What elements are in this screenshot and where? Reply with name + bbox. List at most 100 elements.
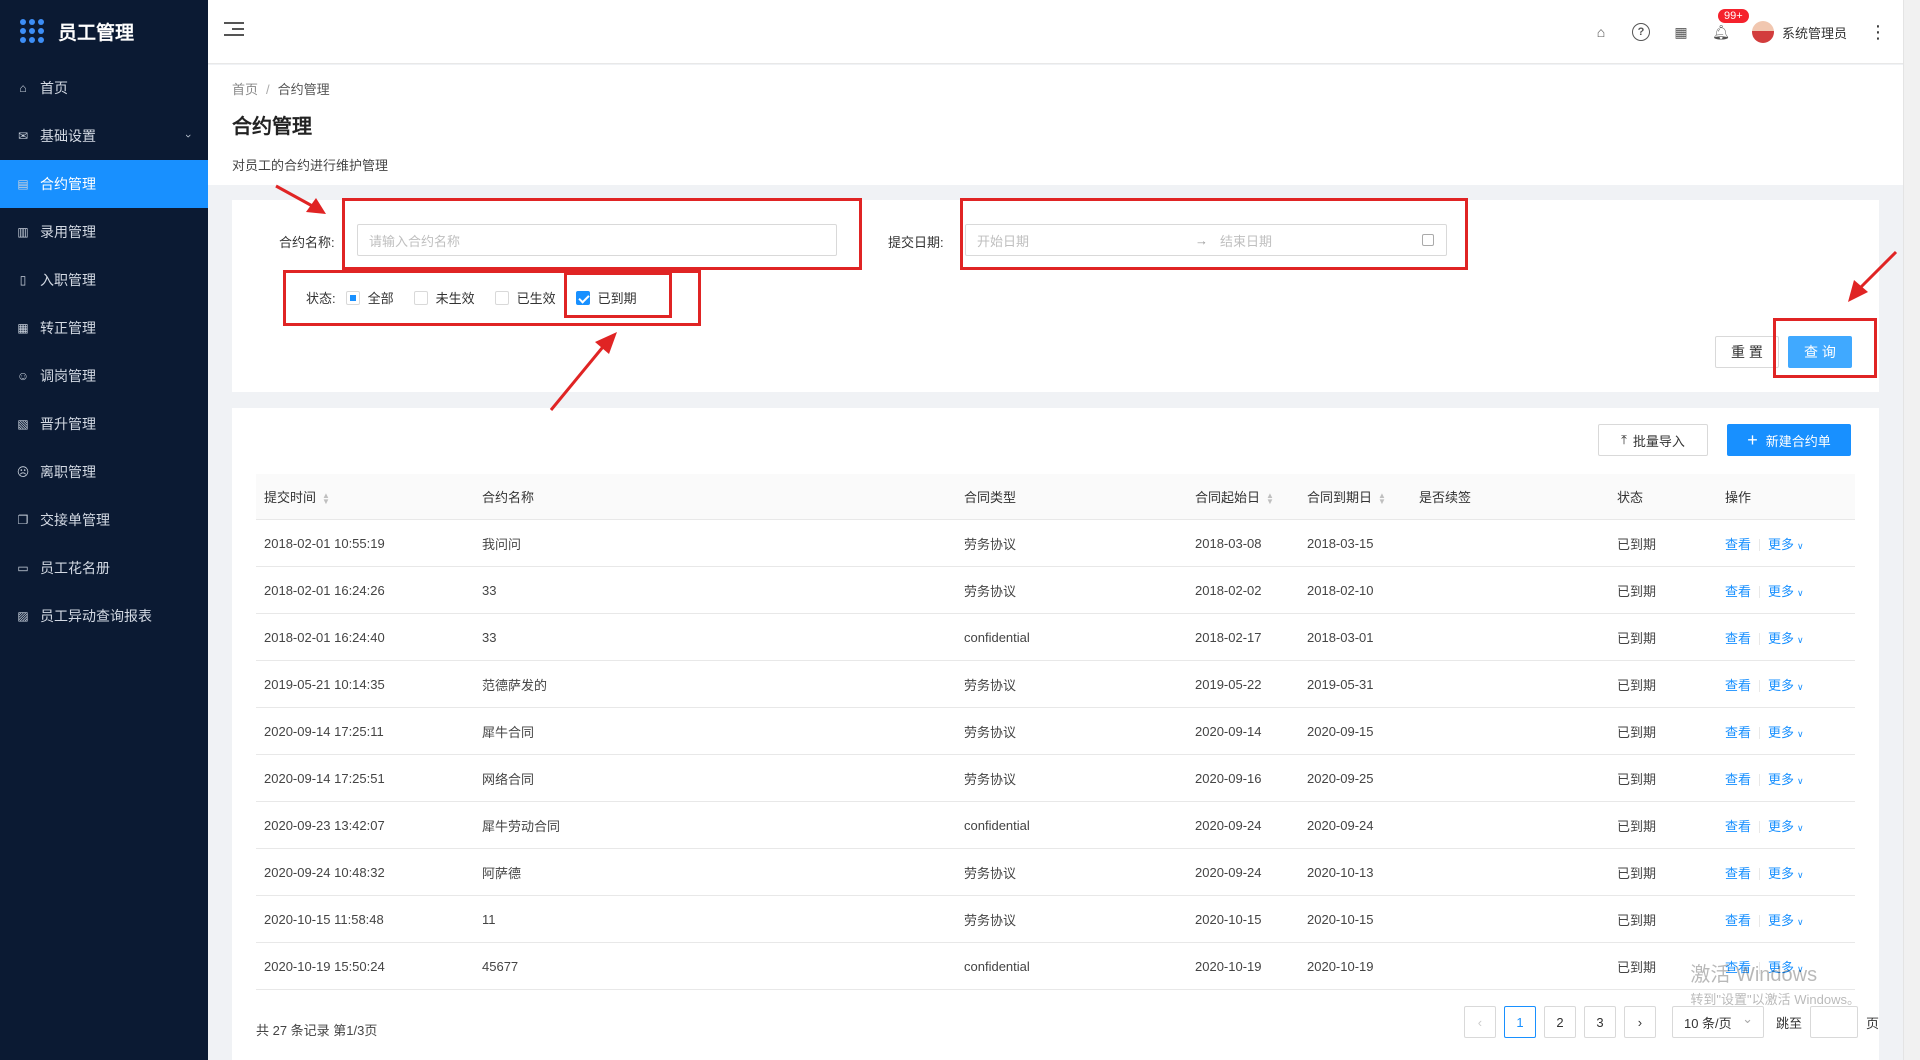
sidebar-item-7[interactable]: ▧ 晋升管理 xyxy=(0,400,208,448)
breadcrumb-current: 合约管理 xyxy=(277,82,330,97)
cell-start-date: 2019-05-22 xyxy=(1195,676,1262,692)
chevron-down-icon[interactable]: › xyxy=(182,134,194,138)
cell-end-date: 2018-03-15 xyxy=(1307,535,1374,551)
top-header: ⌂ ? ▦ 🔔︎ 99+ 系统管理员 ⋮ xyxy=(208,0,1903,64)
sidebar-item-3[interactable]: ▥ 录用管理 xyxy=(0,208,208,256)
view-link[interactable]: 查看 xyxy=(1725,537,1751,552)
bell-icon[interactable]: 🔔︎ 99+ xyxy=(1712,9,1749,41)
page-1-button[interactable]: 1 xyxy=(1503,1006,1536,1038)
status-inactive-checkbox[interactable]: 未生效 xyxy=(413,288,475,307)
layout-icon[interactable]: ▦ xyxy=(1672,23,1690,41)
page-scrollbar[interactable] xyxy=(1903,0,1920,1060)
report-icon: ▨ xyxy=(17,609,29,623)
contract-name-input[interactable]: 请输入合约名称 xyxy=(357,224,837,256)
status-all-checkbox[interactable]: 全部 xyxy=(345,288,394,307)
table-body: 2018-02-01 10:55:19 我问问 劳务协议 2018-03-08 2018… xyxy=(256,520,1855,990)
sidebar-item-1[interactable]: ✉ 基础设置 › xyxy=(0,112,208,160)
page-3-button[interactable]: 3 xyxy=(1583,1006,1616,1038)
create-contract-button[interactable]: + 新建合约单 xyxy=(1727,424,1851,456)
user-menu[interactable]: 系统管理员 xyxy=(1751,21,1847,43)
sidebar-item-11[interactable]: ▨ 员工异动查询报表 xyxy=(0,592,208,640)
filter-panel: 合约名称: 请输入合约名称 提交日期: 开始日期 → 结束日期 状态: 全部 未… xyxy=(232,200,1879,392)
end-date-input[interactable]: 结束日期 xyxy=(1220,231,1272,250)
cell-submit-time: 2020-10-15 11:58:48 xyxy=(264,911,384,927)
page-unit-label: 页 xyxy=(1865,1015,1879,1031)
more-dropdown[interactable]: 更多 ∨ xyxy=(1768,678,1804,693)
cell-start-date: 2020-10-19 xyxy=(1195,958,1262,974)
more-dropdown[interactable]: 更多 ∨ xyxy=(1768,772,1804,787)
file-icon: ▧ xyxy=(17,417,29,431)
status-filter: 状态: 全部 未生效 已生效 已到期 xyxy=(306,288,657,307)
arrow-right-icon: → xyxy=(1195,232,1208,248)
upload-icon: ⤒ xyxy=(1621,432,1627,447)
sort-icon[interactable]: ▲ ▼ xyxy=(1266,491,1274,505)
date-range-picker[interactable]: 开始日期 → 结束日期 xyxy=(965,224,1447,256)
sidebar-item-10[interactable]: ▭ 员工花名册 xyxy=(0,544,208,592)
column-end-date[interactable]: 合同到期日 ▲ ▼ xyxy=(1299,487,1411,506)
cell-end-date: 2020-09-25 xyxy=(1307,770,1374,786)
sidebar-item-4[interactable]: ▯ 入职管理 xyxy=(0,256,208,304)
view-link[interactable]: 查看 xyxy=(1725,819,1751,834)
menu-fold-icon[interactable] xyxy=(224,22,244,40)
reset-button[interactable]: 重 置 xyxy=(1715,336,1779,368)
help-icon[interactable]: ? xyxy=(1631,23,1650,41)
sidebar-item-5[interactable]: ▦ 转正管理 xyxy=(0,304,208,352)
view-link[interactable]: 查看 xyxy=(1725,913,1751,928)
cell-contract-type: 劳务协议 xyxy=(964,583,1017,599)
prev-page-icon[interactable]: ‹ xyxy=(1463,1006,1496,1038)
sidebar-item-8[interactable]: ☹ 离职管理 xyxy=(0,448,208,496)
jump-page-input[interactable] xyxy=(1809,1006,1858,1038)
cell-start-date: 2020-09-16 xyxy=(1195,770,1262,786)
more-dropdown[interactable]: 更多 ∨ xyxy=(1768,819,1804,834)
sidebar-item-label: 调岗管理 xyxy=(40,368,96,384)
more-dropdown[interactable]: 更多 ∨ xyxy=(1768,584,1804,599)
column-submit-time[interactable]: 提交时间 ▲ ▼ xyxy=(256,487,474,506)
more-dropdown[interactable]: 更多 ∨ xyxy=(1768,725,1804,740)
chevron-down-icon: ∨ xyxy=(1797,775,1804,786)
sort-icon[interactable]: ▲ ▼ xyxy=(322,491,330,505)
home-icon[interactable]: ⌂ xyxy=(1592,23,1610,41)
query-button[interactable]: 查 询 xyxy=(1788,336,1852,368)
more-dropdown[interactable]: 更多 ∨ xyxy=(1768,631,1804,646)
breadcrumb-home[interactable]: 首页 xyxy=(232,82,258,97)
more-dropdown[interactable]: 更多 ∨ xyxy=(1768,866,1804,881)
page-title: 合约管理 xyxy=(232,116,312,138)
view-link[interactable]: 查看 xyxy=(1725,631,1751,646)
view-link[interactable]: 查看 xyxy=(1725,772,1751,787)
sort-icon[interactable]: ▲ ▼ xyxy=(1378,491,1386,505)
view-link[interactable]: 查看 xyxy=(1725,678,1751,693)
batch-import-button[interactable]: ⤒ 批量导入 xyxy=(1598,424,1708,456)
cell-submit-time: 2020-09-14 17:25:11 xyxy=(264,723,384,739)
column-start-date[interactable]: 合同起始日 ▲ ▼ xyxy=(1187,487,1299,506)
page-size-select[interactable]: 10 条/页 xyxy=(1671,1006,1764,1038)
more-dropdown[interactable]: 更多 ∨ xyxy=(1768,537,1804,552)
table-header: 提交时间 ▲ ▼ 合约名称 合同类型 合同起始日 ▲ ▼ 合同到期日 ▲ ▼ 是否续签 状态… xyxy=(256,474,1855,520)
cell-end-date: 2020-10-19 xyxy=(1307,958,1374,974)
page-2-button[interactable]: 2 xyxy=(1543,1006,1576,1038)
table-row: 2020-10-19 15:50:24 45677 confidential 2020… xyxy=(256,943,1855,990)
cell-actions: 查看 更多 ∨ xyxy=(1717,910,1855,929)
book-icon: ▯ xyxy=(19,273,27,287)
jump-label: 跳至 xyxy=(1775,1015,1802,1031)
home-icon: ⌂ xyxy=(19,81,27,95)
next-page-icon[interactable]: › xyxy=(1623,1006,1656,1038)
view-link[interactable]: 查看 xyxy=(1725,725,1751,740)
contract-name-label: 合约名称: xyxy=(279,235,335,250)
sidebar-item-label: 晋升管理 xyxy=(40,416,96,432)
logo[interactable]: 员工管理 xyxy=(0,0,208,62)
more-vertical-icon[interactable]: ⋮ xyxy=(1869,23,1887,41)
cell-contract-name: 33 xyxy=(482,629,497,645)
sidebar-item-label: 录用管理 xyxy=(40,224,96,240)
status-active-checkbox[interactable]: 已生效 xyxy=(494,288,556,307)
more-dropdown[interactable]: 更多 ∨ xyxy=(1768,913,1804,928)
start-date-input[interactable]: 开始日期 xyxy=(977,231,1187,250)
status-expired-checkbox[interactable]: 已到期 xyxy=(575,288,637,307)
sidebar-item-6[interactable]: ☺ 调岗管理 xyxy=(0,352,208,400)
view-link[interactable]: 查看 xyxy=(1725,584,1751,599)
view-link[interactable]: 查看 xyxy=(1725,866,1751,881)
cell-start-date: 2020-09-24 xyxy=(1195,864,1262,880)
sidebar-item-2[interactable]: ▤ 合约管理 xyxy=(0,160,208,208)
cell-end-date: 2020-09-15 xyxy=(1307,723,1374,739)
sidebar-item-9[interactable]: ❐ 交接单管理 xyxy=(0,496,208,544)
sidebar-item-0[interactable]: ⌂ 首页 xyxy=(0,64,208,112)
